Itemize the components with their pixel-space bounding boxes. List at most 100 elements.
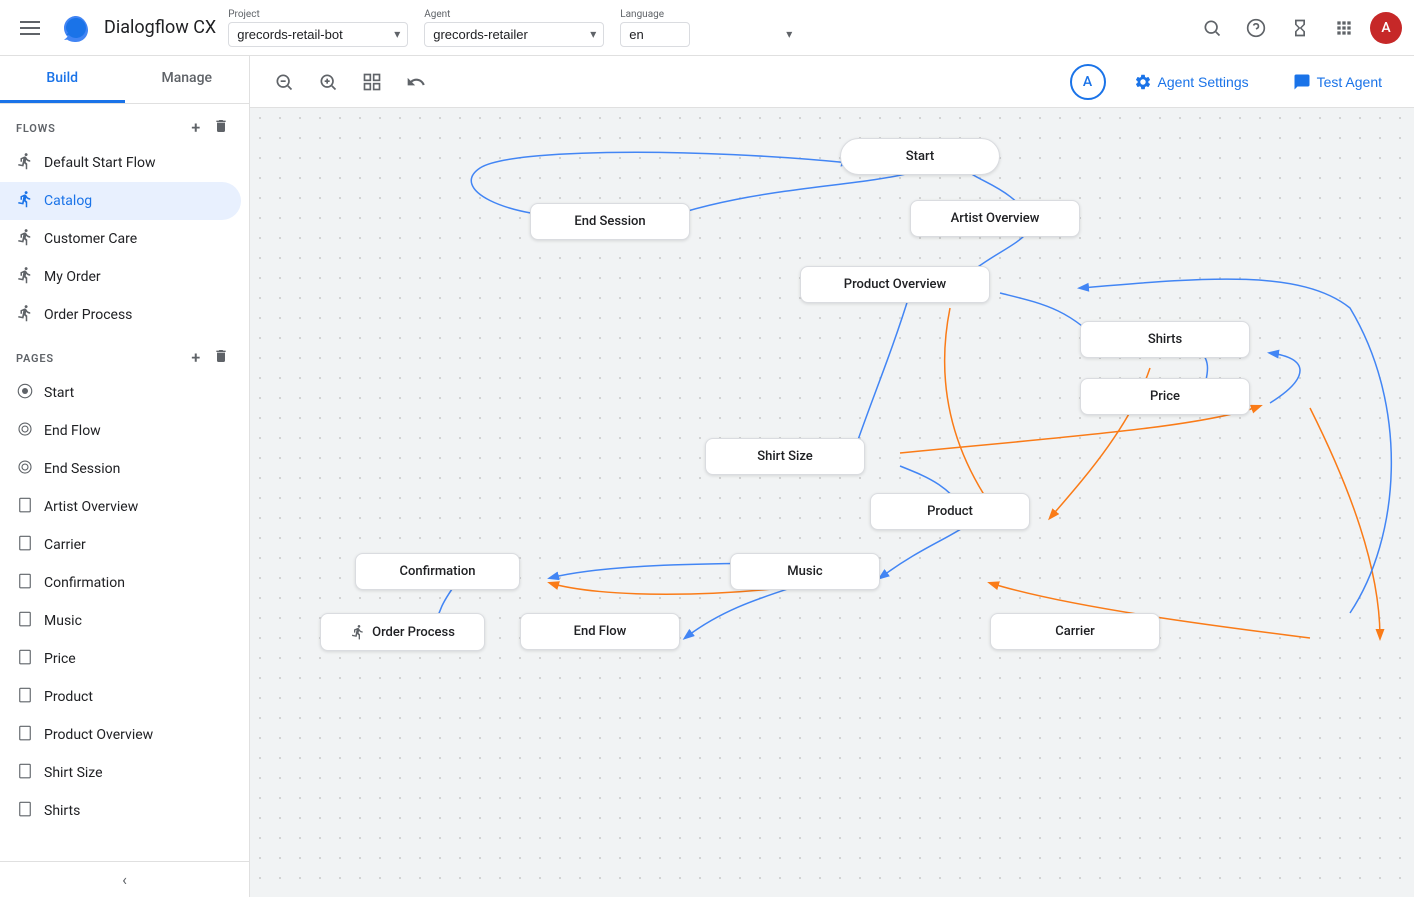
- agent-label: Agent: [424, 9, 604, 20]
- flow-node-shirts[interactable]: Shirts: [1080, 321, 1250, 358]
- sidebar-item-catalog[interactable]: Catalog: [0, 182, 241, 220]
- sidebar-item-confirmation[interactable]: Confirmation: [0, 564, 241, 602]
- flow-node-confirmation[interactable]: Confirmation: [355, 553, 520, 590]
- canvas-toolbar-right: A Agent Settings Test Agent: [1070, 64, 1398, 100]
- canvas-toolbar: A Agent Settings Test Agent: [250, 56, 1414, 108]
- search-button[interactable]: [1194, 10, 1230, 46]
- add-page-icon[interactable]: +: [187, 346, 205, 370]
- sidebar-item-my-order[interactable]: My Order: [0, 258, 241, 296]
- flow-node-shirt-size[interactable]: Shirt Size: [705, 438, 865, 475]
- zoom-out-button[interactable]: [266, 64, 302, 100]
- flow-node-start[interactable]: Start: [840, 138, 1000, 175]
- page-icon-product: [16, 686, 34, 708]
- flows-label: FLOWS: [16, 122, 56, 135]
- flows-section-header: FLOWS +: [0, 104, 249, 144]
- user-avatar[interactable]: A: [1370, 12, 1402, 44]
- hourglass-button[interactable]: [1282, 10, 1318, 46]
- apps-button[interactable]: [1326, 10, 1362, 46]
- collapse-sidebar-button[interactable]: ‹: [0, 861, 249, 897]
- topbar-left: Dialogflow CX: [12, 10, 216, 46]
- flow-node-product[interactable]: Product: [870, 493, 1030, 530]
- help-button[interactable]: [1238, 10, 1274, 46]
- language-dropdown-wrapper: en: [620, 22, 800, 47]
- flow-icon-my-order: [16, 266, 34, 288]
- canvas-area: A Agent Settings Test Agent: [250, 56, 1414, 897]
- agent-select[interactable]: grecords-retailer: [424, 22, 604, 47]
- fit-view-button[interactable]: [354, 64, 390, 100]
- agent-avatar[interactable]: A: [1070, 64, 1106, 100]
- flow-node-end-flow[interactable]: End Flow: [520, 613, 680, 650]
- project-label: Project: [228, 9, 408, 20]
- sidebar-item-end-session[interactable]: End Session: [0, 450, 241, 488]
- undo-button[interactable]: [398, 64, 434, 100]
- tab-manage[interactable]: Manage: [125, 56, 250, 103]
- sidebar-item-default-start-flow[interactable]: Default Start Flow: [0, 144, 241, 182]
- pages-label: PAGES: [16, 352, 54, 365]
- node-label-carrier: Carrier: [1055, 624, 1095, 639]
- add-flow-icon[interactable]: +: [187, 116, 205, 140]
- flow-icon-customer-care: [16, 228, 34, 250]
- delete-page-icon[interactable]: [209, 346, 233, 370]
- page-icon-music: [16, 610, 34, 632]
- sidebar-item-start[interactable]: Start: [0, 374, 241, 412]
- node-label-confirmation: Confirmation: [400, 564, 476, 579]
- agent-dropdown-wrapper: grecords-retailer: [424, 22, 604, 47]
- topbar: Dialogflow CX Project grecords-retail-bo…: [0, 0, 1414, 56]
- flow-label-default-start-flow: Default Start Flow: [44, 155, 156, 171]
- flow-node-carrier[interactable]: Carrier: [990, 613, 1160, 650]
- sidebar-item-music[interactable]: Music: [0, 602, 241, 640]
- sidebar-item-product[interactable]: Product: [0, 678, 241, 716]
- sidebar-item-end-flow[interactable]: End Flow: [0, 412, 241, 450]
- test-agent-button[interactable]: Test Agent: [1277, 67, 1398, 97]
- zoom-in-button[interactable]: [310, 64, 346, 100]
- page-label-price: Price: [44, 651, 76, 667]
- project-dropdown-wrapper: grecords-retail-bot: [228, 22, 408, 47]
- sidebar-item-shirt-size[interactable]: Shirt Size: [0, 754, 241, 792]
- flow-connections: [250, 108, 1414, 897]
- sidebar-item-customer-care[interactable]: Customer Care: [0, 220, 241, 258]
- agent-dropdown-group: Agent grecords-retailer: [424, 9, 604, 47]
- page-icon-shirts: [16, 800, 34, 822]
- delete-flow-icon[interactable]: [209, 116, 233, 140]
- flow-node-product-overview[interactable]: Product Overview: [800, 266, 990, 303]
- hamburger-icon: [12, 13, 48, 43]
- sidebar-item-artist-overview[interactable]: Artist Overview: [0, 488, 241, 526]
- flow-node-price[interactable]: Price: [1080, 378, 1250, 415]
- language-dropdown-group: Language en: [620, 9, 800, 47]
- flow-canvas[interactable]: Start End Session Artist Overview Product O…: [250, 108, 1414, 897]
- flow-icon-default-start-flow: [16, 152, 34, 174]
- page-icon-carrier: [16, 534, 34, 556]
- language-select[interactable]: en: [620, 22, 690, 47]
- page-icon-shirt-size: [16, 762, 34, 784]
- page-label-product: Product: [44, 689, 93, 705]
- flow-node-order-process[interactable]: Order Process: [320, 613, 485, 651]
- sidebar-item-product-overview[interactable]: Product Overview: [0, 716, 241, 754]
- test-agent-label: Test Agent: [1317, 74, 1382, 90]
- agent-settings-button[interactable]: Agent Settings: [1118, 67, 1265, 97]
- page-label-shirt-size: Shirt Size: [44, 765, 103, 781]
- page-icon-start: [16, 382, 34, 404]
- page-icon-product-overview: [16, 724, 34, 746]
- sidebar-item-price[interactable]: Price: [0, 640, 241, 678]
- pages-list: Start End Flow End Session Artist Overvi…: [0, 374, 249, 830]
- sidebar-item-shirts[interactable]: Shirts: [0, 792, 241, 830]
- page-label-end-flow: End Flow: [44, 423, 101, 439]
- flow-node-artist-overview[interactable]: Artist Overview: [910, 200, 1080, 237]
- tab-build[interactable]: Build: [0, 56, 125, 103]
- sidebar-item-order-process[interactable]: Order Process: [0, 296, 241, 334]
- page-label-carrier: Carrier: [44, 537, 86, 553]
- page-icon-confirmation: [16, 572, 34, 594]
- page-icon-artist-overview: [16, 496, 34, 518]
- flow-label-order-process: Order Process: [44, 307, 132, 323]
- topbar-dropdowns: Project grecords-retail-bot Agent grecor…: [228, 9, 1182, 47]
- menu-button[interactable]: [12, 10, 48, 46]
- node-label-product: Product: [927, 504, 973, 519]
- flow-node-end-session[interactable]: End Session: [530, 203, 690, 240]
- page-label-artist-overview: Artist Overview: [44, 499, 138, 515]
- project-select[interactable]: grecords-retail-bot: [228, 22, 408, 47]
- page-icon-end-session: [16, 458, 34, 480]
- node-label-music: Music: [787, 564, 822, 579]
- sidebar-item-carrier[interactable]: Carrier: [0, 526, 241, 564]
- flow-node-music[interactable]: Music: [730, 553, 880, 590]
- page-label-music: Music: [44, 613, 82, 629]
